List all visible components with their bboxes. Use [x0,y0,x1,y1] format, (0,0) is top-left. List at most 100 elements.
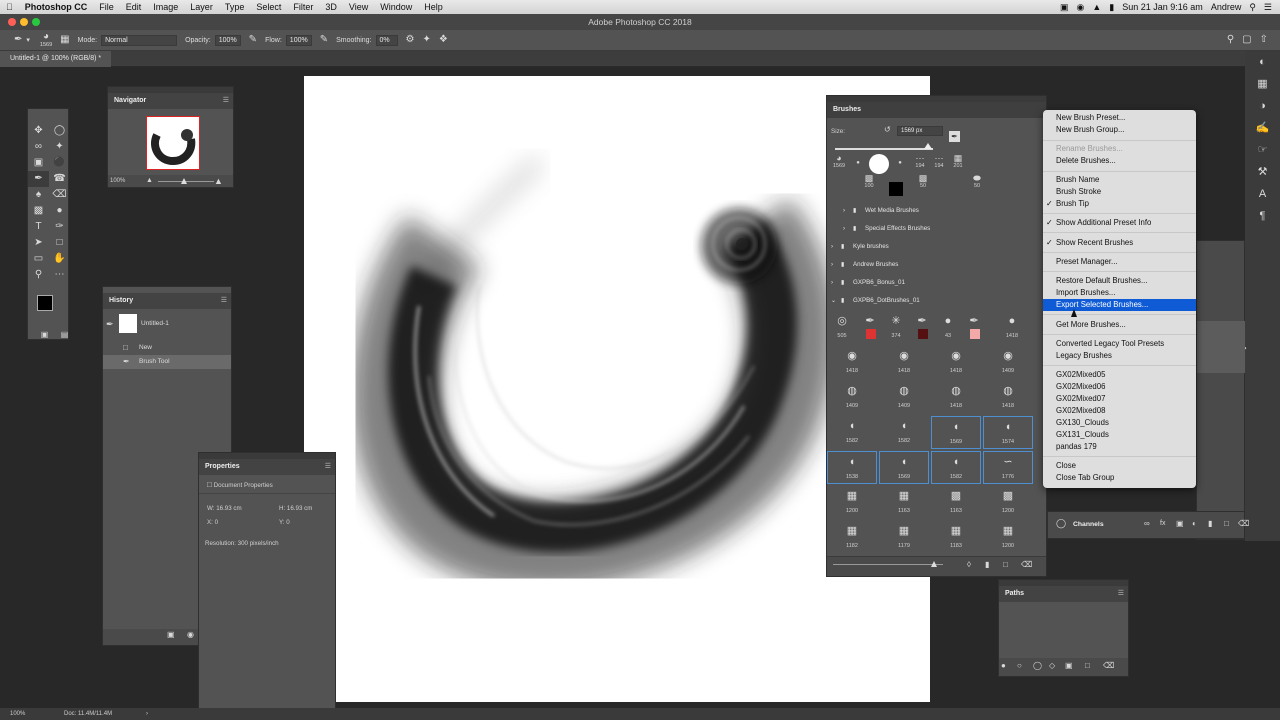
brush-thumb[interactable]: ◖ 1582 [879,416,929,449]
brush-thumb[interactable]: ◉ 1409 [983,346,1033,379]
new-path-icon[interactable]: □ [1085,662,1090,670]
quick-mask-icon[interactable]: ▣ [34,327,55,343]
new-group-icon[interactable]: ▮ [1208,520,1212,528]
brush-thumb-selected[interactable]: ◖ 1569 [879,451,929,484]
recent-brush[interactable]: ◕ 1569 [829,154,849,170]
zoom-slider-thumb[interactable] [181,178,187,184]
trash-icon[interactable]: ⌫ [1103,662,1114,670]
dodge-tool-icon[interactable]: ● [49,203,70,219]
size-field[interactable]: 1569 px [897,126,943,136]
minimize-window-icon[interactable] [20,18,28,26]
navigator-thumbnail[interactable] [146,116,200,170]
brush-thumb-selected[interactable]: ◖ 1582 [931,451,981,484]
battery-icon[interactable]: ▮ [1109,2,1114,13]
chevron-right-icon[interactable]: › [843,220,845,238]
menu-item-brush-name[interactable]: Brush Name [1056,174,1099,186]
brush-tool-selected-icon[interactable]: ✒ [28,171,49,187]
brush-thumb-selected[interactable]: ◖ 1569 [931,416,981,449]
opacity-field[interactable]: 100% [214,34,241,46]
brush-folder-row[interactable]: › ▮ GXPB6_Bonus_01 [827,274,1046,292]
recent-brush[interactable]: ● [851,157,865,166]
close-window-icon[interactable] [8,18,16,26]
menu-item-brush-set[interactable]: pandas 179 [1056,441,1097,453]
make-work-path-icon[interactable]: ◇ [1049,662,1055,670]
brush-thumb[interactable]: ▦ 1200 [827,486,877,519]
menu-filter[interactable]: Filter [287,2,319,12]
search-icon[interactable]: ⚲ [1227,35,1234,45]
recent-brush[interactable]: ⋯ 194 [911,154,929,170]
navigator-zoom[interactable]: 100% [110,178,125,184]
link-icon[interactable]: ∞ [1144,520,1150,528]
color-panel-icon[interactable]: ◐ [1245,51,1280,73]
brush-tool-icon[interactable]: ✒ [14,35,22,45]
status-arrow-icon[interactable]: › [146,708,148,720]
menu-item-delete-brushes[interactable]: Delete Brushes... [1056,155,1116,167]
tool-presets-icon[interactable]: ⚒ [1245,161,1280,183]
width-value[interactable]: 16.93 cm [216,505,241,512]
menu-file[interactable]: File [93,2,120,12]
magic-wand-icon[interactable]: ✦ [49,139,70,155]
brush-thumb[interactable]: ▦ 1179 [879,521,929,554]
menu-item-legacy-brushes[interactable]: Legacy Brushes [1056,350,1112,362]
menu-item-brush-set[interactable]: GX02Mixed08 [1056,405,1105,417]
chevron-down-icon[interactable]: ▾ [26,37,30,44]
history-item[interactable]: □ New [103,341,231,355]
new-layer-icon[interactable]: □ [1224,520,1229,528]
chevron-right-icon[interactable]: › [831,256,833,274]
brush-preset-picker[interactable]: ◕ 1569 [40,32,52,49]
screen-mode-icon[interactable]: ▤ [54,327,75,343]
wifi-icon[interactable]: ◉ [1077,2,1085,13]
brush-thumb[interactable]: ▩ 1200 [983,486,1033,519]
brush-thumb[interactable]: ▦ 1183 [931,521,981,554]
menu-item-get-more-brushes[interactable]: Get More Brushes... [1056,319,1126,331]
brush-preset[interactable]: ▩ 50 [911,174,935,190]
menu-item-import-brushes[interactable]: Import Brushes... [1056,287,1115,299]
menu-item-preset-manager[interactable]: Preset Manager... [1056,256,1118,268]
size-slider-thumb[interactable] [924,143,932,149]
brush-thumb[interactable]: ▦ 1182 [827,521,877,554]
pressure-size-icon[interactable]: ✦ [422,35,430,45]
zoom-window-icon[interactable] [32,18,40,26]
brush-thumb[interactable]: ◉ 1418 [931,346,981,379]
chevron-right-icon[interactable]: › [843,202,845,220]
status-zoom[interactable]: 100% [10,708,25,720]
brush-thumb[interactable]: ◍ 1409 [879,381,929,414]
reset-size-icon[interactable]: ↺ [884,126,891,134]
menu-item-brush-set[interactable]: GX02Mixed07 [1056,393,1105,405]
menu-app[interactable]: Photoshop CC [19,2,94,12]
menu-window[interactable]: Window [374,2,418,12]
menu-image[interactable]: Image [147,2,184,12]
workspace-icon[interactable]: ▢ [1242,35,1251,45]
healing-brush-icon[interactable]: ☎ [49,171,70,187]
foreground-color-swatch[interactable] [37,295,53,311]
paragraph-icon[interactable]: ¶ [1245,205,1280,227]
menu-item-new-brush-preset[interactable]: New Brush Preset... [1056,112,1125,124]
zoom-tool-icon[interactable]: ⚲ [28,267,49,283]
gradient-tool-icon[interactable]: ▩ [28,203,49,219]
smoothing-field[interactable]: 0% [375,34,398,46]
menu-item-brush-tip[interactable]: ✓ Brush Tip [1046,198,1089,210]
panel-menu-icon[interactable]: ☰ [223,93,229,109]
brush-folder-row[interactable]: ⌄ ▮ GXPB6_DotBrushes_01 [827,292,1046,310]
menu-3d[interactable]: 3D [319,2,343,12]
clone-source-icon[interactable]: ☞ [1245,139,1280,161]
lasso-tool-icon[interactable]: ∞ [28,139,49,155]
menu-select[interactable]: Select [250,2,287,12]
brush-thumb[interactable]: ✒ [961,311,987,344]
recent-brush[interactable]: ⋯ 194 [930,154,948,170]
more-tools-icon[interactable]: ⋯ [49,267,70,283]
zoom-out-icon[interactable]: ▲ [146,175,153,187]
user-name[interactable]: Andrew [1211,2,1242,12]
menu-item-brush-set[interactable]: GX131_Clouds [1056,429,1109,441]
flow-field[interactable]: 100% [285,34,312,46]
load-selection-icon[interactable]: ◯ [1033,662,1042,670]
brush-preset[interactable]: ⬬ 50 [965,174,989,190]
zoom-in-icon[interactable]: ▲ [214,175,223,187]
menu-item-show-recent-brushes[interactable]: ✓ Show Recent Brushes [1046,237,1133,249]
rotate-view-icon[interactable]: □ [49,235,70,251]
menu-item-close[interactable]: Close [1056,460,1076,472]
move-tool-icon[interactable]: ✥ [28,123,49,139]
brush-thumb[interactable]: ✒ [909,311,935,344]
spotlight-icon[interactable]: ⚲ [1249,2,1256,13]
brush-thumb-selected[interactable]: ∽ 1776 [983,451,1033,484]
